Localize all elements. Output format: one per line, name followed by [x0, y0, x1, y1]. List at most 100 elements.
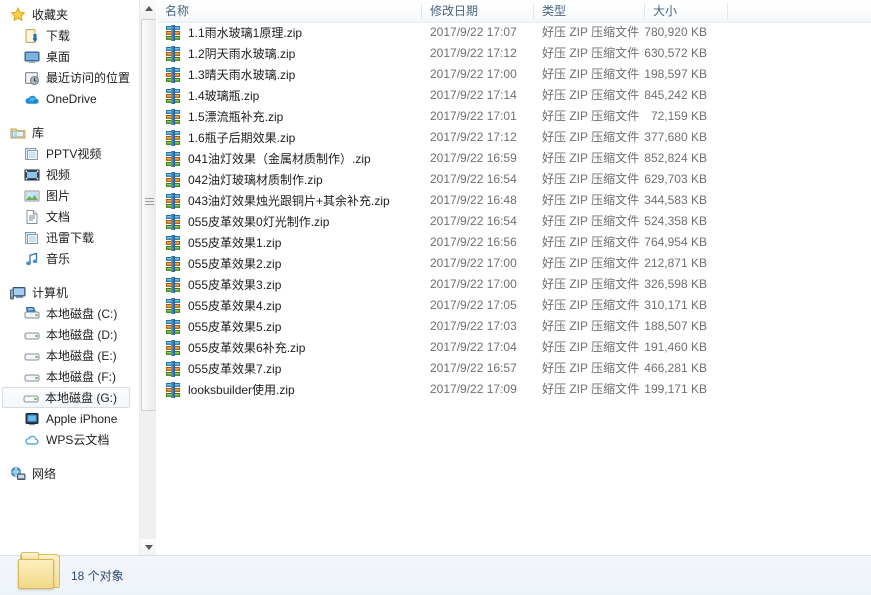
nav-item-WPS云文档[interactable]: WPS云文档 [0, 429, 138, 450]
nav-item-Apple iPhone[interactable]: Apple iPhone [0, 408, 138, 429]
file-name-cell[interactable]: 055皮革效果3.zip [165, 274, 281, 295]
file-name-cell[interactable]: 055皮革效果0灯光制作.zip [165, 211, 329, 232]
recent-places-icon [24, 70, 40, 86]
column-header-type[interactable]: 类型 [534, 0, 645, 22]
zip-file-icon [165, 276, 181, 293]
nav-item-音乐[interactable]: 音乐 [0, 248, 138, 269]
file-date: 2017/9/22 17:00 [430, 256, 517, 270]
scrollbar-grip-icon [145, 198, 154, 205]
file-name: 1.5漂流瓶补充.zip [188, 110, 284, 124]
nav-item-最近访问的位置[interactable]: 最近访问的位置 [0, 67, 138, 88]
nav-item-本地磁盘 (D:)[interactable]: 本地磁盘 (D:) [0, 324, 138, 345]
zip-file-icon [165, 87, 181, 104]
table-row[interactable]: 055皮革效果3.zip 2017/9/22 17:00 好压 ZIP 压缩文件 32… [157, 274, 871, 295]
file-name: 055皮革效果1.zip [188, 236, 282, 250]
file-name-cell[interactable]: 1.2阴天雨水玻璃.zip [165, 43, 295, 64]
zip-file-icon [165, 150, 181, 167]
file-size: 198,597 KB [644, 67, 707, 81]
status-item-count: 18 个对象 [71, 569, 124, 583]
file-name: 055皮革效果7.zip [188, 362, 282, 376]
file-name-cell[interactable]: 041油灯效果（金属材质制作）.zip [165, 148, 371, 169]
file-date: 2017/9/22 17:05 [430, 298, 517, 312]
file-name-cell[interactable]: 1.6瓶子后期效果.zip [165, 127, 295, 148]
file-name-cell[interactable]: 055皮革效果7.zip [165, 358, 281, 379]
file-date: 2017/9/22 16:48 [430, 193, 517, 207]
file-name-cell[interactable]: looksbuilder使用.zip [165, 379, 295, 400]
table-row[interactable]: 1.3晴天雨水玻璃.zip 2017/9/22 17:00 好压 ZIP 压缩文件 1… [157, 64, 871, 85]
scroll-down-button[interactable] [140, 539, 156, 556]
nav-item-label: 迅雷下载 [46, 231, 95, 245]
table-row[interactable]: 1.6瓶子后期效果.zip 2017/9/22 17:12 好压 ZIP 压缩文件 3… [157, 127, 871, 148]
nav-item-图片[interactable]: 图片 [0, 185, 138, 206]
file-name-cell[interactable]: 043油灯效果烛光跟铜片+其余补充.zip [165, 190, 390, 211]
file-name-cell[interactable]: 042油灯玻璃材质制作.zip [165, 169, 323, 190]
file-size: 845,242 KB [644, 88, 707, 102]
nav-item-本地磁盘 (F:)[interactable]: 本地磁盘 (F:) [0, 366, 138, 387]
nav-item-下载[interactable]: 下载 [0, 25, 138, 46]
nav-group-计算机[interactable]: 计算机 [0, 282, 138, 303]
table-row[interactable]: 041油灯效果（金属材质制作）.zip 2017/9/22 16:59 好压 ZIP… [157, 148, 871, 169]
table-row[interactable]: 042油灯玻璃材质制作.zip 2017/9/22 16:54 好压 ZIP 压缩文… [157, 169, 871, 190]
file-name: 1.2阴天雨水玻璃.zip [188, 47, 296, 61]
table-row[interactable]: 1.5漂流瓶补充.zip 2017/9/22 17:01 好压 ZIP 压缩文件 72… [157, 106, 871, 127]
nav-item-视频[interactable]: 视频 [0, 164, 138, 185]
drive-icon [24, 327, 40, 343]
table-row[interactable]: 043油灯效果烛光跟铜片+其余补充.zip 2017/9/22 16:48 好压 Z… [157, 190, 871, 211]
table-row[interactable]: 055皮革效果1.zip 2017/9/22 16:56 好压 ZIP 压缩文件 76… [157, 232, 871, 253]
file-name-cell[interactable]: 1.4玻璃瓶.zip [165, 85, 259, 106]
table-row[interactable]: 055皮革效果0灯光制作.zip 2017/9/22 16:54 好压 ZIP 压缩… [157, 211, 871, 232]
file-name-cell[interactable]: 055皮革效果1.zip [165, 232, 281, 253]
file-name-cell[interactable]: 055皮革效果2.zip [165, 253, 281, 274]
nav-item-文档[interactable]: 文档 [0, 206, 138, 227]
table-row[interactable]: 1.4玻璃瓶.zip 2017/9/22 17:14 好压 ZIP 压缩文件 845,… [157, 85, 871, 106]
nav-group-收藏夹[interactable]: 收藏夹 [0, 4, 138, 25]
file-date: 2017/9/22 17:00 [430, 277, 517, 291]
file-name-cell[interactable]: 1.3晴天雨水玻璃.zip [165, 64, 295, 85]
nav-item-桌面[interactable]: 桌面 [0, 46, 138, 67]
file-size: 377,680 KB [644, 130, 707, 144]
column-header-label: 类型 [542, 4, 567, 18]
column-header-size[interactable]: 大小 [645, 0, 728, 22]
column-header-date[interactable]: 修改日期 [422, 0, 534, 22]
scroll-up-button[interactable] [140, 0, 156, 17]
file-date: 2017/9/22 17:14 [430, 88, 517, 102]
nav-item-本地磁盘 (C:)[interactable]: 本地磁盘 (C:) [0, 303, 138, 324]
file-name-cell[interactable]: 1.1雨水玻璃1原理.zip [165, 22, 302, 43]
file-name-cell[interactable]: 055皮革效果4.zip [165, 295, 281, 316]
nav-item-迅雷下载[interactable]: 迅雷下载 [0, 227, 138, 248]
nav-group-网络[interactable]: 网络 [0, 463, 138, 484]
nav-group-库[interactable]: 库 [0, 122, 138, 143]
nav-item-PPTV视频[interactable]: PPTV视频 [0, 143, 138, 164]
zip-file-icon [165, 171, 181, 188]
file-name-cell[interactable]: 055皮革效果5.zip [165, 316, 281, 337]
nav-item-本地磁盘 (G:)[interactable]: 本地磁盘 (G:) [2, 387, 130, 408]
table-row[interactable]: 055皮革效果7.zip 2017/9/22 16:57 好压 ZIP 压缩文件 46… [157, 358, 871, 379]
table-row[interactable]: 1.1雨水玻璃1原理.zip 2017/9/22 17:07 好压 ZIP 压缩文件… [157, 22, 871, 43]
nav-item-label: 视频 [46, 168, 71, 182]
table-row[interactable]: 055皮革效果4.zip 2017/9/22 17:05 好压 ZIP 压缩文件 31… [157, 295, 871, 316]
table-row[interactable]: 055皮革效果5.zip 2017/9/22 17:03 好压 ZIP 压缩文件 18… [157, 316, 871, 337]
zip-file-icon [165, 381, 181, 398]
library-folder-icon [24, 146, 40, 162]
navigation-scrollbar[interactable] [139, 0, 156, 556]
table-row[interactable]: 055皮革效果6补充.zip 2017/9/22 17:04 好压 ZIP 压缩文件… [157, 337, 871, 358]
file-size: 212,871 KB [644, 256, 707, 270]
file-name-cell[interactable]: 055皮革效果6补充.zip [165, 337, 305, 358]
file-name: 042油灯玻璃材质制作.zip [188, 173, 323, 187]
file-name-cell[interactable]: 1.5漂流瓶补充.zip [165, 106, 283, 127]
table-row[interactable]: 1.2阴天雨水玻璃.zip 2017/9/22 17:12 好压 ZIP 压缩文件 6… [157, 43, 871, 64]
nav-item-OneDrive[interactable]: OneDrive [0, 88, 138, 109]
file-date: 2017/9/22 17:03 [430, 319, 517, 333]
column-header-row: 名称 修改日期 类型 大小 [157, 0, 871, 23]
table-row[interactable]: 055皮革效果2.zip 2017/9/22 17:00 好压 ZIP 压缩文件 21… [157, 253, 871, 274]
navigation-scrollbar-thumb[interactable] [141, 19, 156, 411]
nav-item-本地磁盘 (E:)[interactable]: 本地磁盘 (E:) [0, 345, 138, 366]
column-header-name[interactable]: 名称 [157, 0, 422, 22]
pictures-library-icon [24, 188, 40, 204]
column-header-filler[interactable] [728, 0, 871, 22]
table-row[interactable]: looksbuilder使用.zip 2017/9/22 17:09 好压 ZIP … [157, 379, 871, 400]
network-icon [10, 466, 26, 482]
column-header-label: 大小 [653, 4, 678, 18]
computer-icon [10, 285, 26, 301]
file-name: 055皮革效果0灯光制作.zip [188, 215, 330, 229]
